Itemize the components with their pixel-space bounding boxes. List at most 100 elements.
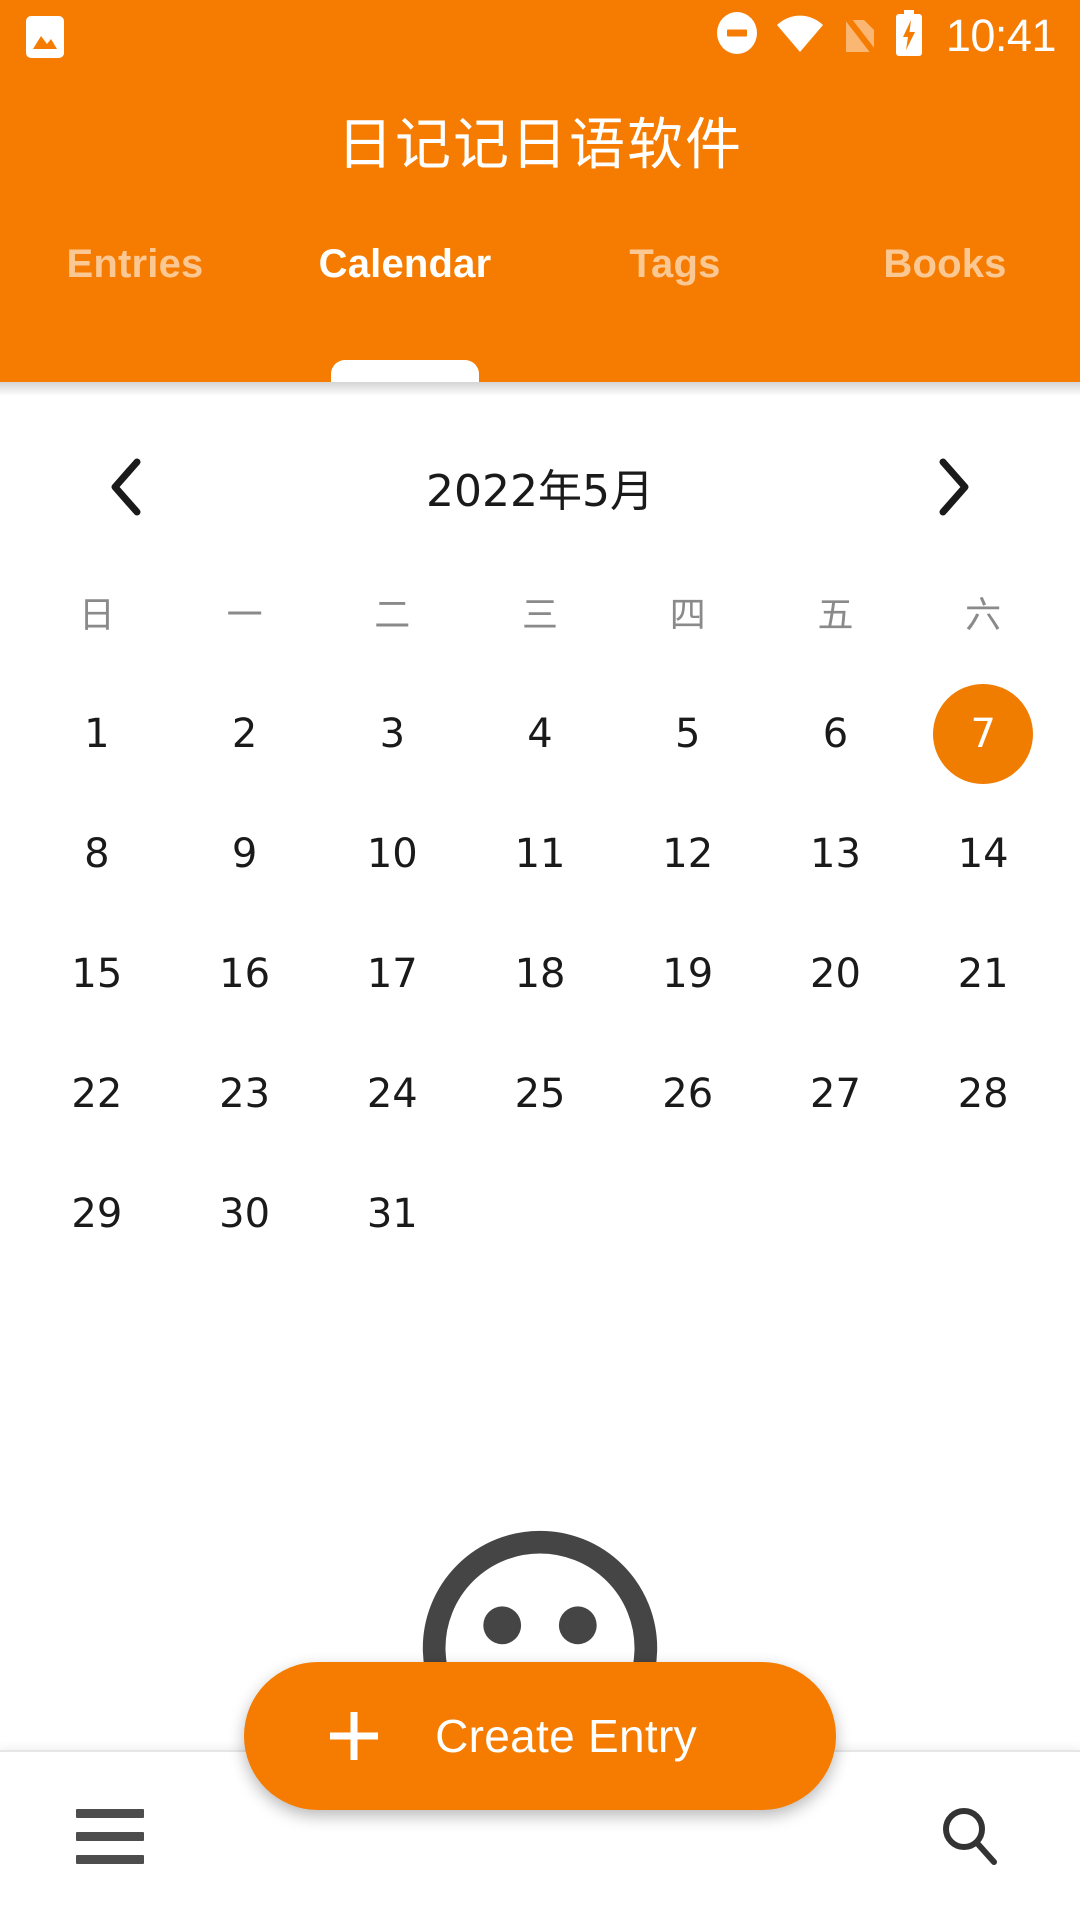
tab-bar: Entries Calendar Tags Books	[0, 218, 1080, 382]
calendar-day-empty	[614, 1154, 762, 1274]
calendar-day-number: 27	[810, 1071, 861, 1117]
calendar-day-number: 15	[71, 951, 123, 997]
calendar-day-number: 30	[219, 1191, 271, 1237]
tab-books[interactable]: Books	[810, 218, 1080, 382]
calendar-day[interactable]: 13	[762, 794, 910, 914]
hamburger-menu-icon[interactable]	[62, 1788, 158, 1884]
hamburger-lines	[76, 1808, 144, 1864]
calendar-day[interactable]: 4	[466, 674, 614, 794]
calendar-day[interactable]: 31	[318, 1154, 466, 1274]
calendar-day-number: 3	[379, 711, 406, 757]
calendar-day-number: 8	[84, 831, 110, 877]
calendar-day-number	[785, 1164, 885, 1264]
calendar-day-number: 14	[957, 831, 1009, 877]
header-shadow	[0, 382, 1080, 396]
calendar-panel: 2022年5月 日 一 二 三 四 五 六 1 2 3 4 5 6 7 8 9 10 11 12 13 1…	[0, 382, 1080, 1750]
calendar-day-empty	[762, 1154, 910, 1274]
calendar-day[interactable]: 29	[23, 1154, 171, 1274]
calendar-day-number: 2	[231, 711, 258, 757]
calendar-day-number: 23	[219, 1071, 271, 1117]
month-navigation-bar: 2022年5月	[0, 432, 1080, 542]
calendar-day[interactable]: 19	[614, 914, 762, 1034]
calendar-day[interactable]: 9	[171, 794, 319, 914]
calendar-day[interactable]: 27	[762, 1034, 910, 1154]
calendar-day[interactable]: 21	[909, 914, 1057, 1034]
tab-indicator-active	[331, 360, 479, 382]
calendar-day[interactable]: 5	[614, 674, 762, 794]
weekday-header-row: 日 一 二 三 四 五 六	[0, 586, 1080, 638]
tab-calendar-label: Calendar	[318, 242, 492, 286]
calendar-day-number: 16	[219, 951, 271, 997]
calendar-day[interactable]: 14	[909, 794, 1057, 914]
tab-tags[interactable]: Tags	[540, 218, 810, 382]
calendar-day-number: 4	[527, 711, 553, 757]
calendar-day[interactable]: 26	[614, 1034, 762, 1154]
calendar-day-number: 10	[366, 831, 418, 877]
weekday-mon: 一	[226, 595, 263, 636]
tab-tags-label: Tags	[629, 242, 721, 286]
calendar-day-number	[638, 1164, 738, 1264]
calendar-day[interactable]: 8	[23, 794, 171, 914]
create-entry-label: Create Entry	[435, 1710, 697, 1762]
calendar-grid: 1 2 3 4 5 6 7 8 9 10 11 12 13 14 15 16 17 18 19 20 21 22 23 24 2…	[0, 674, 1080, 1274]
calendar-day[interactable]: 28	[909, 1034, 1057, 1154]
weekday-sun: 日	[78, 595, 115, 636]
calendar-day[interactable]: 2	[171, 674, 319, 794]
calendar-day[interactable]: 20	[762, 914, 910, 1034]
calendar-day-number: 11	[514, 831, 566, 877]
calendar-day-number: 17	[366, 951, 418, 997]
tab-books-label: Books	[883, 242, 1007, 286]
tab-entries[interactable]: Entries	[0, 218, 270, 382]
calendar-day[interactable]: 24	[318, 1034, 466, 1154]
calendar-day-number: 28	[957, 1071, 1009, 1117]
calendar-day[interactable]: 12	[614, 794, 762, 914]
calendar-day-number: 7	[933, 684, 1034, 784]
calendar-day[interactable]: 23	[171, 1034, 319, 1154]
calendar-day[interactable]: 11	[466, 794, 614, 914]
weekday-tue: 二	[374, 595, 411, 636]
create-entry-button[interactable]: Create Entry	[244, 1662, 836, 1810]
calendar-day-selected[interactable]: 7	[909, 674, 1057, 794]
calendar-day-number: 5	[675, 711, 701, 757]
chevron-right-icon[interactable]	[908, 442, 998, 532]
calendar-day-number: 12	[662, 831, 714, 877]
weekday-fri: 五	[817, 595, 854, 636]
app-root: 10:41 日记记日语软件 Entries Calendar Tags Book…	[0, 0, 1080, 1920]
search-icon[interactable]	[922, 1788, 1018, 1884]
calendar-day[interactable]: 3	[318, 674, 466, 794]
calendar-day-number: 13	[810, 831, 861, 877]
calendar-week-row: 15 16 17 18 19 20 21	[23, 914, 1057, 1034]
calendar-day-number: 20	[810, 951, 861, 997]
weekday-thu: 四	[669, 595, 706, 636]
calendar-day-number: 25	[514, 1071, 566, 1117]
calendar-day[interactable]: 18	[466, 914, 614, 1034]
tab-calendar[interactable]: Calendar	[270, 218, 540, 382]
chevron-left-icon[interactable]	[82, 442, 172, 532]
calendar-day[interactable]: 15	[23, 914, 171, 1034]
plus-icon	[322, 1704, 386, 1768]
calendar-day-number: 29	[71, 1191, 123, 1237]
calendar-day[interactable]: 25	[466, 1034, 614, 1154]
calendar-day-number: 6	[822, 711, 849, 757]
calendar-day-number: 1	[84, 711, 110, 757]
tab-entries-label: Entries	[66, 242, 204, 286]
calendar-day-number: 24	[366, 1071, 418, 1117]
calendar-day-number: 26	[662, 1071, 714, 1117]
calendar-day-number	[490, 1164, 590, 1264]
calendar-day[interactable]: 22	[23, 1034, 171, 1154]
calendar-day-number: 21	[957, 951, 1009, 997]
calendar-day[interactable]: 6	[762, 674, 910, 794]
calendar-day[interactable]: 1	[23, 674, 171, 794]
calendar-week-row: 8 9 10 11 12 13 14	[23, 794, 1057, 914]
calendar-week-row: 29 30 31	[23, 1154, 1057, 1274]
calendar-day[interactable]: 30	[171, 1154, 319, 1274]
calendar-day-number: 18	[514, 951, 566, 997]
calendar-day[interactable]: 10	[318, 794, 466, 914]
calendar-day-number: 9	[231, 831, 258, 877]
calendar-day[interactable]: 16	[171, 914, 319, 1034]
app-header: 10:41 日记记日语软件 Entries Calendar Tags Book…	[0, 0, 1080, 382]
weekday-wed: 三	[522, 595, 559, 636]
month-label: 2022年5月	[426, 466, 654, 517]
calendar-day[interactable]: 17	[318, 914, 466, 1034]
calendar-day-empty	[466, 1154, 614, 1274]
